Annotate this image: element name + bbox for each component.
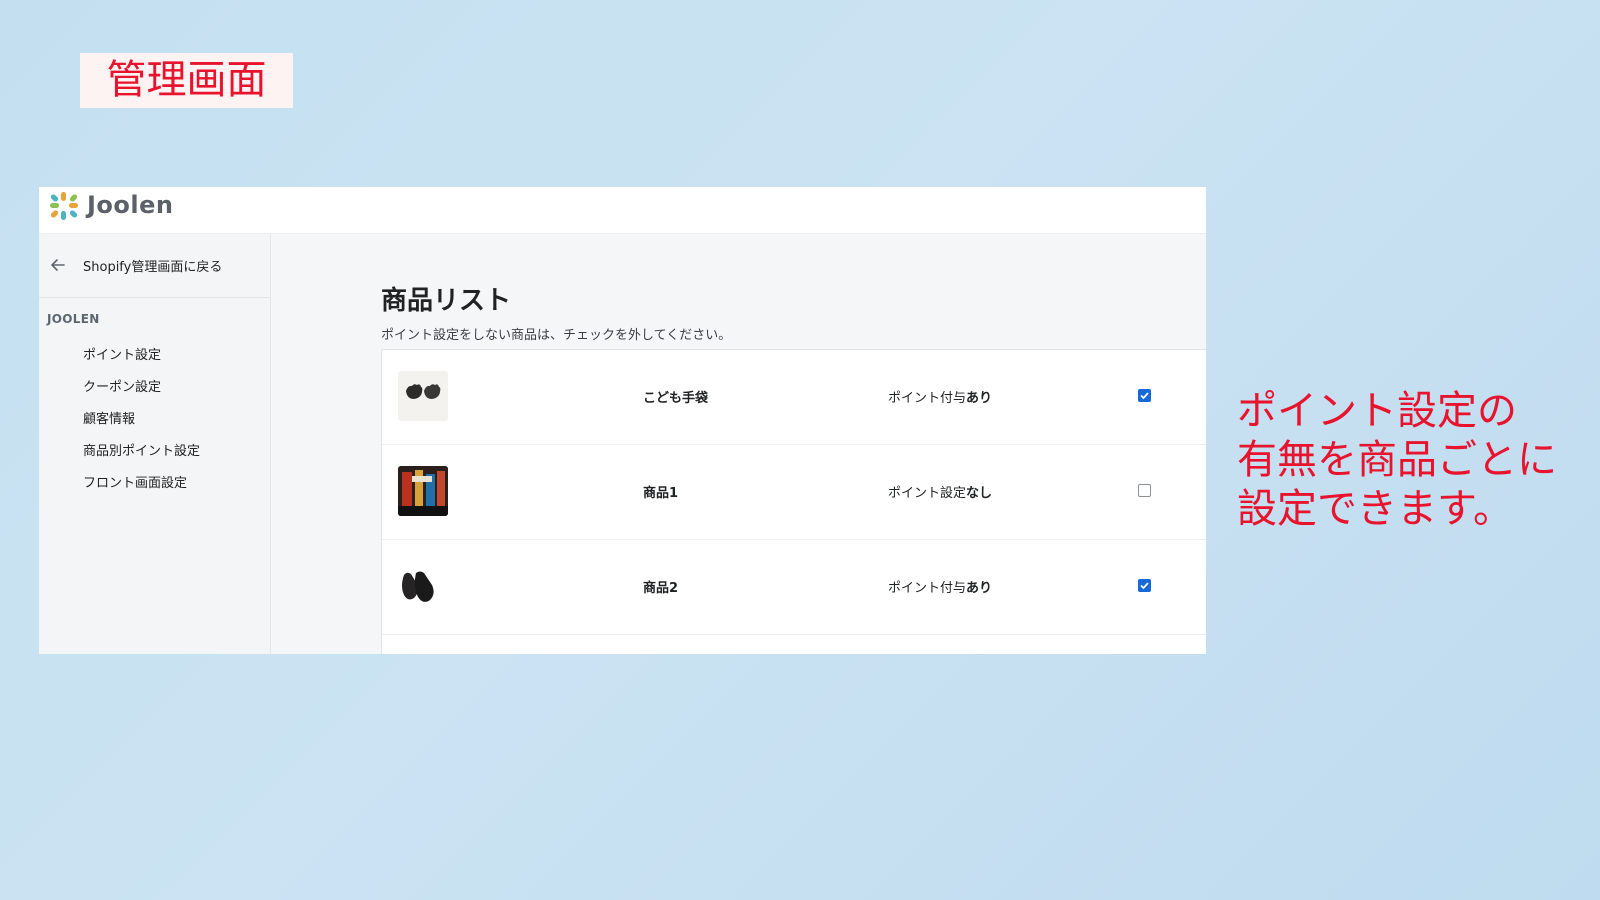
product-row: こども手袋 ポイント付与あり <box>382 350 1206 445</box>
admin-app-window: Joolen Shopify管理画面に戻る JOOLEN ポイント設定 クーポン… <box>39 187 1206 654</box>
callout-line: 設定できます。 <box>1237 486 1513 532</box>
sidebar-section-label: JOOLEN <box>47 312 100 326</box>
top-bar: Joolen <box>39 187 1206 234</box>
point-checkbox[interactable] <box>1138 579 1151 592</box>
callout-text: ポイント設定の 有無を商品ごとに 設定できます。 <box>1237 387 1597 534</box>
product-name: こども手袋 <box>643 391 709 406</box>
page-title: 商品リスト <box>381 286 512 316</box>
product-name: 商品2 <box>643 581 679 596</box>
sidebar-item-point-settings[interactable]: ポイント設定 <box>83 344 161 363</box>
gloves-image-icon <box>406 384 441 399</box>
page-subtitle: ポイント設定をしない商品は、チェックを外してください。 <box>381 328 732 343</box>
slide-title: 管理画面 <box>80 53 293 108</box>
back-to-shopify-link[interactable]: Shopify管理画面に戻る <box>39 234 270 298</box>
gloves-image-icon <box>402 571 434 602</box>
sidebar-item-front-settings[interactable]: フロント画面設定 <box>83 472 187 491</box>
product-thumbnail <box>398 371 448 421</box>
product-row: 商品2 ポイント付与あり <box>382 540 1206 635</box>
callout-line: 有無を商品ごとに <box>1237 437 1557 483</box>
product-photo-icon <box>398 466 448 516</box>
product-name: 商品1 <box>643 486 679 501</box>
point-status: ポイント付与あり <box>888 581 993 596</box>
point-checkbox[interactable] <box>1138 389 1151 402</box>
point-checkbox[interactable] <box>1138 484 1151 497</box>
joolen-logo-icon <box>50 192 78 220</box>
point-status: ポイント付与あり <box>888 391 993 406</box>
back-link-label: Shopify管理画面に戻る <box>83 260 223 275</box>
sidebar: Shopify管理画面に戻る JOOLEN ポイント設定 クーポン設定 顧客情報… <box>39 234 271 654</box>
check-icon <box>1140 582 1149 590</box>
sidebar-item-product-points[interactable]: 商品別ポイント設定 <box>83 440 200 459</box>
sidebar-item-coupon-settings[interactable]: クーポン設定 <box>83 376 161 395</box>
product-thumbnail <box>398 561 448 611</box>
main-content: 商品リスト ポイント設定をしない商品は、チェックを外してください。 こども手袋 … <box>271 234 1206 654</box>
callout-line: ポイント設定の <box>1237 388 1517 434</box>
point-status: ポイント設定なし <box>888 486 993 501</box>
product-list-card: こども手袋 ポイント付与あり 商品1 ポイント設定なし 商品2 ポイント付与あり <box>381 349 1206 654</box>
product-thumbnail <box>398 466 448 516</box>
check-icon <box>1140 392 1149 400</box>
product-row: 商品1 ポイント設定なし <box>382 445 1206 540</box>
sidebar-item-customer-info[interactable]: 顧客情報 <box>83 408 135 427</box>
logo-text: Joolen <box>87 191 174 219</box>
arrow-left-icon <box>51 259 65 271</box>
